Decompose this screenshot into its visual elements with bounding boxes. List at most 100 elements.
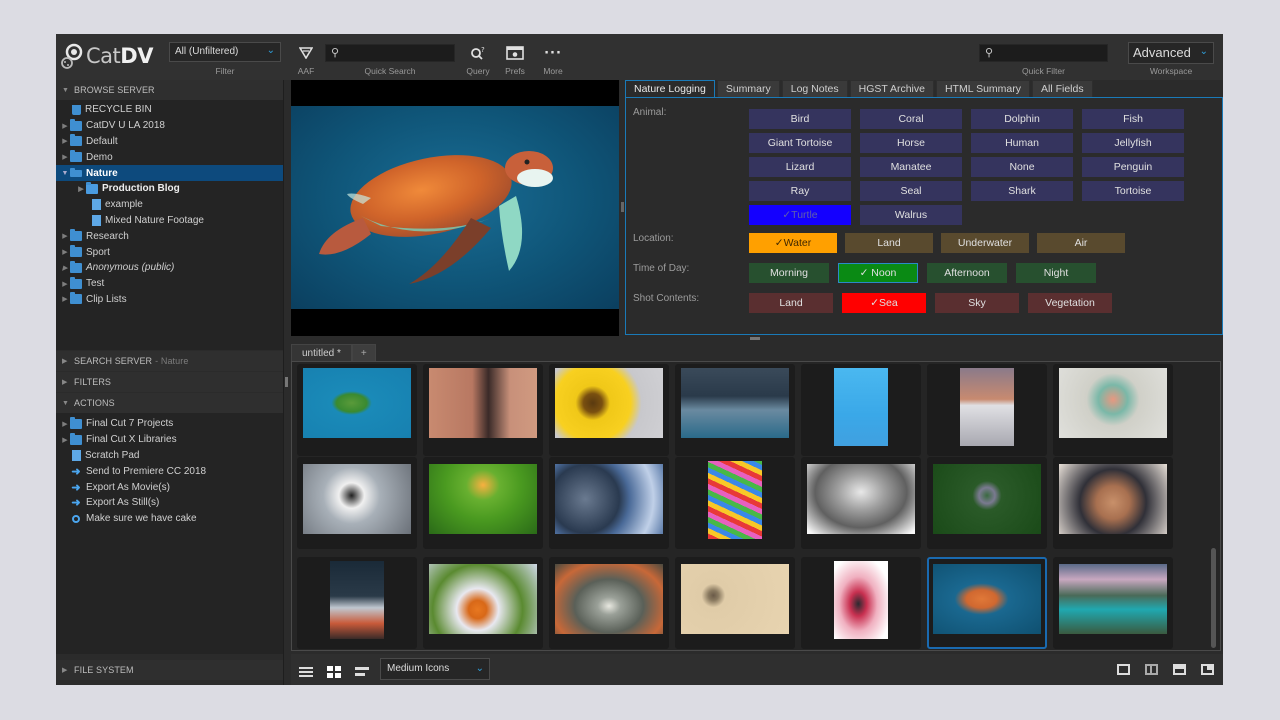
clip-thumbnail-old-man-hat[interactable] [1053, 457, 1173, 549]
tree-item-production-blog[interactable]: ▶ Production Blog [56, 181, 283, 197]
clip-thumbnail-puffin[interactable] [297, 457, 417, 549]
tree-item-nature[interactable]: ▼ Nature [56, 165, 283, 181]
search-server-header[interactable]: ▶ SEARCH SERVER - Nature [56, 351, 283, 371]
filter-select[interactable]: All (Unfiltered) ⌄ [169, 42, 281, 62]
animal-option-fish[interactable]: Fish [1082, 109, 1184, 129]
tree-item-catdv-u-la-2018[interactable]: ▶ CatDV U LA 2018 [56, 118, 283, 134]
animal-option-lizard[interactable]: Lizard [749, 157, 851, 177]
add-tab-button[interactable]: + [351, 344, 376, 362]
animal-option-shark[interactable]: Shark [971, 181, 1073, 201]
animal-option-horse[interactable]: Horse [860, 133, 962, 153]
sidebar-splitter-handle[interactable] [285, 377, 288, 387]
media-preview[interactable] [291, 80, 619, 336]
animal-option-tortoise[interactable]: Tortoise [1082, 181, 1184, 201]
shot-contents-option-sea[interactable]: ✓Sea [842, 293, 926, 313]
clip-thumbnail-coastal-mountains[interactable] [1053, 557, 1173, 649]
action-send-to-premiere[interactable]: ➜ Send to Premiere CC 2018 [56, 463, 283, 479]
preview-splitter-handle[interactable] [621, 202, 624, 212]
quick-search-input[interactable]: ⚲ [325, 44, 455, 62]
clip-thumbnail-bird-in-grass[interactable] [675, 557, 795, 649]
tree-item-clip-lists[interactable]: ▶ Clip Lists [56, 292, 283, 308]
action-final-cut-7-projects[interactable]: ▶ Final Cut 7 Projects [56, 416, 283, 432]
clip-thumbnail-sea-turtle[interactable] [927, 557, 1047, 649]
clip-thumbnail-green-valley[interactable] [423, 457, 543, 549]
time-of-day-option-noon[interactable]: ✓ Noon [838, 263, 918, 283]
animal-option-walrus[interactable]: Walrus [860, 205, 962, 225]
clip-thumbnail-smoke-flare-person[interactable] [801, 557, 921, 649]
animal-option-dolphin[interactable]: Dolphin [971, 109, 1073, 129]
action-export-as-stills[interactable]: ➜ Export As Still(s) [56, 495, 283, 511]
location-option-water[interactable]: ✓Water [749, 233, 837, 253]
clip-thumbnail-desert-dune[interactable] [927, 364, 1047, 456]
tab-hgst-archive[interactable]: HGST Archive [849, 80, 934, 98]
clip-thumbnail-aerial-island[interactable] [297, 364, 417, 456]
grid-splitter-handle[interactable] [750, 337, 760, 340]
shot-contents-option-sky[interactable]: Sky [935, 293, 1019, 313]
layout-single-icon[interactable] [1117, 664, 1130, 675]
filters-header[interactable]: ▶ FILTERS [56, 372, 283, 392]
tree-item-demo[interactable]: ▶ Demo [56, 149, 283, 165]
layout-corner-icon[interactable] [1201, 664, 1214, 675]
tree-item-default[interactable]: ▶ Default [56, 134, 283, 150]
shot-contents-option-land[interactable]: Land [749, 293, 833, 313]
location-option-underwater[interactable]: Underwater [941, 233, 1029, 253]
time-of-day-option-night[interactable]: Night [1016, 263, 1096, 283]
grid-scrollbar[interactable] [1211, 548, 1216, 648]
clip-thumbnail-night-road[interactable] [297, 557, 417, 649]
aaf-button[interactable] [294, 43, 318, 63]
query-button[interactable]: ? [466, 43, 490, 63]
tree-item-recycle-bin[interactable]: RECYCLE BIN [56, 102, 283, 118]
clip-thumbnail-tree-tunnel[interactable] [549, 557, 669, 649]
action-export-as-movies[interactable]: ➜ Export As Movie(s) [56, 479, 283, 495]
grid-view-icon[interactable] [327, 663, 341, 678]
workspace-select[interactable]: Advanced ⌄ [1128, 42, 1214, 64]
tree-item-sport[interactable]: ▶ Sport [56, 244, 283, 260]
tree-item-research[interactable]: ▶ Research [56, 228, 283, 244]
quick-filter-input[interactable]: ⚲ [979, 44, 1108, 62]
animal-option-ray[interactable]: Ray [749, 181, 851, 201]
tab-untitled[interactable]: untitled * [291, 344, 352, 362]
animal-option-seal[interactable]: Seal [860, 181, 962, 201]
clip-thumbnail-city-street-bridge[interactable] [675, 364, 795, 456]
animal-option-none[interactable]: None [971, 157, 1073, 177]
animal-option-human[interactable]: Human [971, 133, 1073, 153]
animal-option-coral[interactable]: Coral [860, 109, 962, 129]
action-scratch-pad[interactable]: Scratch Pad [56, 448, 283, 464]
animal-option-giant-tortoise[interactable]: Giant Tortoise [749, 133, 851, 153]
action-make-sure-we-have-cake[interactable]: Make sure we have cake [56, 511, 283, 527]
tree-item-example[interactable]: example [56, 197, 283, 213]
view-size-select[interactable]: Medium Icons ⌄ [380, 658, 490, 680]
tab-summary[interactable]: Summary [716, 80, 780, 98]
filmstrip-view-icon[interactable] [355, 663, 369, 676]
list-view-icon[interactable] [299, 663, 313, 677]
prefs-button[interactable] [503, 43, 527, 63]
clip-thumbnail-ferris-wheel[interactable] [801, 364, 921, 456]
clip-thumbnail-forest-aerial[interactable] [927, 457, 1047, 549]
layout-split-icon[interactable] [1145, 664, 1158, 675]
file-system-header[interactable]: ▶ FILE SYSTEM [56, 660, 283, 680]
tab-all-fields[interactable]: All Fields [1032, 80, 1093, 98]
layout-top-icon[interactable] [1173, 664, 1186, 675]
tree-item-anonymous-public[interactable]: ▶ Anonymous (public) [56, 260, 283, 276]
location-option-land[interactable]: Land [845, 233, 933, 253]
animal-option-bird[interactable]: Bird [749, 109, 851, 129]
time-of-day-option-morning[interactable]: Morning [749, 263, 829, 283]
animal-option-penguin[interactable]: Penguin [1082, 157, 1184, 177]
actions-header[interactable]: ▼ ACTIONS [56, 393, 283, 413]
tree-item-test[interactable]: ▶ Test [56, 276, 283, 292]
clip-thumbnail-frosty-trees[interactable] [801, 457, 921, 549]
time-of-day-option-afternoon[interactable]: Afternoon [927, 263, 1007, 283]
shot-contents-option-vegetation[interactable]: Vegetation [1028, 293, 1112, 313]
tab-nature-logging[interactable]: Nature Logging [625, 80, 715, 98]
clip-thumbnail-baby-in-water[interactable] [1053, 364, 1173, 456]
animal-option-manatee[interactable]: Manatee [860, 157, 962, 177]
clip-thumbnail-colorful-market[interactable] [675, 457, 795, 549]
clip-thumbnail-portrait-woman[interactable] [423, 364, 543, 456]
clip-thumbnail-geodesic-sphere[interactable] [549, 457, 669, 549]
clip-thumbnail-butterfly-flowers[interactable] [423, 557, 543, 649]
animal-option-jellyfish[interactable]: Jellyfish [1082, 133, 1184, 153]
tab-html-summary[interactable]: HTML Summary [935, 80, 1030, 98]
more-button[interactable]: ··· [541, 43, 565, 63]
tree-item-mixed-nature-footage[interactable]: Mixed Nature Footage [56, 213, 283, 229]
clip-thumbnail-sunflower[interactable] [549, 364, 669, 456]
